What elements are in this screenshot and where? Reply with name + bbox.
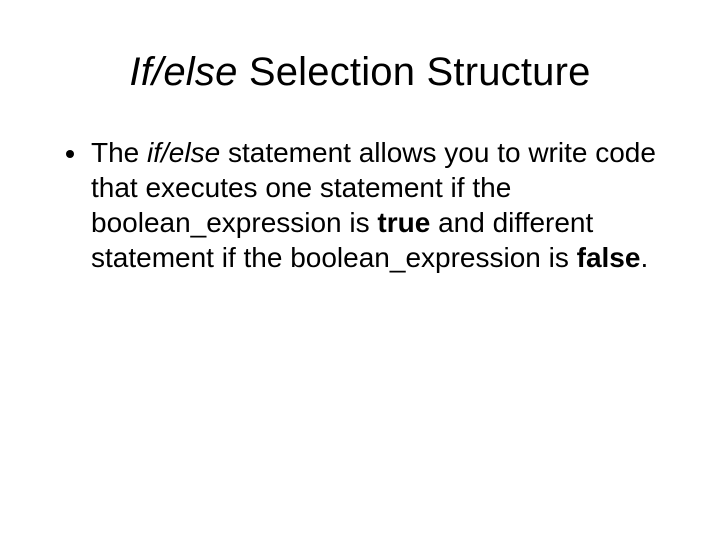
keyword-bold-true: true bbox=[377, 207, 430, 238]
text: . bbox=[640, 242, 648, 273]
bullet-list: The if/else statement allows you to writ… bbox=[55, 135, 665, 275]
text: The bbox=[91, 137, 147, 168]
title-rest: Selection Structure bbox=[238, 50, 591, 94]
bullet-item: The if/else statement allows you to writ… bbox=[89, 135, 665, 275]
slide: If/else Selection Structure The if/else … bbox=[0, 0, 720, 540]
keyword-italic: if/else bbox=[147, 137, 220, 168]
slide-title: If/else Selection Structure bbox=[55, 50, 665, 95]
title-keyword: If/else bbox=[129, 50, 237, 94]
keyword-bold-false: false bbox=[577, 242, 641, 273]
